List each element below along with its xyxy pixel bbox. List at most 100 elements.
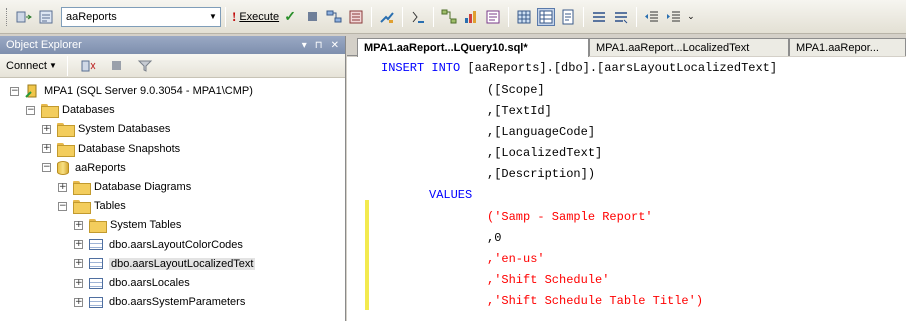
decrease-indent-icon[interactable] [643, 8, 661, 26]
close-icon[interactable]: ✕ [331, 40, 339, 51]
table-icon [89, 239, 103, 251]
tab-third[interactable]: MPA1.aaRepor... [789, 38, 906, 56]
tree-node[interactable]: + System Databases [42, 120, 170, 138]
tab-localized-text-label: MPA1.aaReport...LocalizedText [596, 41, 750, 54]
sql-editor[interactable]: INSERT INTO [aaReports].[dbo].[aarsLayou… [347, 57, 906, 321]
toolbar-separator [225, 6, 226, 27]
query-designer-icon[interactable] [347, 8, 365, 26]
tab-localized-text[interactable]: MPA1.aaReport...LocalizedText [589, 38, 789, 56]
available-databases-icon[interactable] [37, 8, 55, 26]
toolbar-separator [583, 6, 585, 27]
database-dropdown[interactable]: aaReports ▼ [61, 6, 221, 27]
tree-node[interactable]: + Database Diagrams [58, 178, 191, 196]
comment-lines-icon[interactable] [590, 8, 608, 26]
tab-third-label: MPA1.aaRepor... [796, 41, 879, 54]
tree-node[interactable]: + dbo.aarsLocales [74, 274, 190, 292]
expand-icon[interactable]: + [74, 259, 83, 269]
chevron-down-icon: ▼ [48, 61, 57, 70]
expand-icon[interactable]: + [42, 124, 51, 134]
results-to-grid-icon[interactable] [515, 8, 533, 26]
expand-icon[interactable]: + [74, 278, 83, 288]
folder-icon [57, 142, 75, 157]
connect-button[interactable]: Connect ▼ [6, 60, 57, 72]
code-line-col-5: ,[Description]) [487, 167, 596, 181]
auto-hide-pin-icon[interactable]: ⊓ [315, 40, 323, 51]
toolbar-separator [66, 55, 68, 76]
execute-icon: ! [232, 8, 237, 24]
toolbar-separator [371, 6, 373, 27]
tree-node[interactable]: + System Tables [74, 216, 181, 234]
tree-node-label: dbo.aarsLocales [109, 277, 190, 289]
sql-insert-keyword: INSERT INTO [381, 61, 461, 75]
collapse-icon[interactable]: − [26, 105, 35, 115]
tree-node-label: System Tables [110, 219, 182, 232]
server-icon [25, 84, 39, 98]
increase-indent-icon[interactable] [665, 8, 683, 26]
code-line-value-3: ,'en-us' [487, 252, 545, 266]
code-line-value-2: ,0 [487, 231, 502, 245]
document-tab-strip: MPA1.aaReport...LQuery10.sql* MPA1.aaRep… [347, 36, 906, 57]
folder-icon [41, 104, 59, 119]
tree-node-label: System Databases [78, 123, 171, 136]
expand-icon[interactable]: + [58, 182, 67, 192]
execute-label: Execute [239, 10, 280, 23]
parse-checkmark-icon[interactable]: ✓ [281, 8, 299, 26]
include-actual-plan-icon[interactable] [440, 8, 458, 26]
results-to-file-icon[interactable] [559, 8, 577, 26]
tree-node[interactable]: − MPA1 (SQL Server 9.0.3054 - MPA1\CMP) [10, 82, 253, 100]
specify-template-values-icon[interactable] [378, 8, 396, 26]
folder-icon [73, 181, 91, 195]
code-line-insert: INSERT INTO [aaReports].[dbo].[aarsLayou… [381, 60, 777, 76]
code-line-col-2: ,[TextId] [487, 104, 552, 118]
change-connection-icon[interactable] [15, 8, 33, 26]
intellisense-icon[interactable] [409, 8, 427, 26]
disconnect-icon[interactable] [80, 57, 98, 75]
uncomment-lines-icon[interactable] [612, 8, 630, 26]
toolbar-separator [433, 6, 435, 27]
table-icon [89, 277, 103, 289]
tree-node-label: dbo.aarsLayoutColorCodes [109, 238, 243, 251]
connect-label: Connect [6, 59, 47, 72]
tree-node[interactable]: + dbo.aarsLayoutColorCodes [74, 236, 243, 254]
expand-icon[interactable]: + [42, 144, 51, 154]
tree-node[interactable]: + dbo.aarsLayoutLocalizedText [74, 255, 256, 273]
display-estimated-plan-icon[interactable] [325, 8, 343, 26]
tree-node-label: Tables [94, 200, 126, 213]
window-position-icon[interactable]: ▾ [302, 40, 307, 51]
object-explorer-toolbar: Connect ▼ [0, 54, 345, 78]
code-line-value-5: ,'Shift Schedule Table Title') [487, 294, 704, 308]
toolbar-grip[interactable] [6, 7, 9, 26]
expand-icon[interactable]: + [74, 297, 83, 307]
collapse-icon[interactable]: − [10, 86, 19, 96]
tree-node-label: Database Diagrams [94, 181, 192, 193]
tree-node-label: MPA1 (SQL Server 9.0.3054 - MPA1\CMP) [44, 85, 253, 97]
tree-node[interactable]: + Database Snapshots [42, 140, 180, 158]
toolbar-overflow-icon[interactable]: ⌄ [687, 11, 695, 22]
execute-button[interactable]: ! Execute [232, 9, 279, 25]
table-icon [89, 258, 103, 270]
tree-node[interactable]: − Tables [58, 197, 126, 215]
tree-node[interactable]: − aaReports [42, 159, 126, 177]
stop-icon[interactable] [108, 57, 126, 75]
collapse-icon[interactable]: − [58, 201, 67, 211]
sql-table-name: [aaReports].[dbo].[aarsLayoutLocalizedTe… [460, 61, 778, 75]
results-to-grid-active-icon[interactable] [537, 7, 556, 26]
filter-icon[interactable] [136, 57, 154, 75]
tree-node-label: aaReports [75, 161, 126, 174]
tab-query10[interactable]: MPA1.aaReport...LQuery10.sql* [357, 38, 589, 57]
tree-node-label: Databases [62, 104, 115, 117]
expand-icon[interactable]: + [74, 220, 83, 230]
tree-node[interactable]: − Databases [26, 101, 115, 119]
chevron-down-icon[interactable]: ▼ [206, 8, 220, 26]
folder-icon [57, 123, 75, 138]
tab-query10-label: MPA1.aaReport...LQuery10.sql* [364, 42, 528, 54]
database-icon [57, 160, 69, 175]
expand-icon[interactable]: + [74, 240, 83, 250]
results-to-text-icon[interactable] [484, 8, 502, 26]
cancel-query-icon[interactable] [303, 8, 321, 26]
collapse-icon[interactable]: − [42, 163, 51, 173]
client-statistics-icon[interactable] [462, 8, 480, 26]
tree-node[interactable]: + dbo.aarsSystemParameters [74, 293, 245, 311]
tree-node-label: dbo.aarsLayoutLocalizedText [109, 257, 256, 270]
code-line-values: VALUES [429, 188, 473, 202]
